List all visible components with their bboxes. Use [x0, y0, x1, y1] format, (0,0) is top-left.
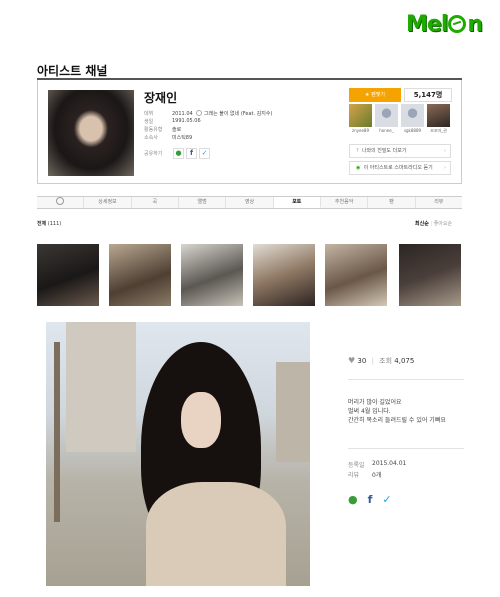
debut-song-link[interactable]: 그래는 불이 없네 (Feat. 김지수) [204, 111, 273, 117]
photo-thumbnail[interactable] [181, 244, 243, 306]
info-label: 활동유형 [144, 127, 163, 133]
smart-radio-button[interactable]: ◉ 이 아티스트로 스마트라디오 듣기 › [349, 161, 451, 175]
fan-avatar [401, 104, 424, 127]
twitter-icon[interactable]: ✓ [382, 493, 391, 506]
photo-building [276, 362, 310, 462]
tab-albums[interactable]: 앨범 [179, 197, 227, 208]
artist-name: 장재인 [144, 91, 178, 105]
description-line: 머리가 많이 길었어요 [348, 399, 402, 406]
tab-photos[interactable]: 포토 [273, 197, 321, 208]
info-row-share: 공유하기 [144, 150, 162, 157]
photo-building [66, 322, 136, 452]
photo-date: 등록일 2015.04.01 [348, 460, 406, 469]
info-row-birthday: 생일 1991.05.06 [144, 118, 201, 125]
artist-profile-photo[interactable] [48, 90, 134, 176]
page-title: 아티스트 채널 [37, 64, 108, 78]
info-row-agency: 소속사 미스틱89 [144, 134, 192, 141]
chevron-right-icon: › [444, 148, 446, 154]
description-line: 간간히 목소리 들려드릴 수 있어 기뻐요 [348, 417, 446, 424]
fan-list: znyee89 honee_ sgk8889 꼬꼬마_권 [349, 104, 450, 134]
become-fan-button[interactable]: ★ 팬맺기 [349, 88, 401, 102]
fan-avatar [375, 104, 398, 127]
photo-thumbnail[interactable] [325, 244, 387, 306]
tab-songs[interactable]: 곡 [132, 197, 179, 208]
photo-thumbnail[interactable] [253, 244, 315, 306]
views-label: 조회 [379, 357, 393, 365]
question-icon: ? [356, 148, 359, 154]
photo-share-icons: ● f ✓ [348, 493, 392, 506]
share-icons: ● f ✓ [173, 148, 210, 159]
tab-details[interactable]: 상세정보 [84, 197, 132, 208]
photo-thumbnail[interactable] [37, 244, 99, 306]
info-value: 미스틱89 [172, 135, 193, 141]
photo-thumbnail[interactable] [109, 244, 171, 306]
tab-reviews[interactable]: 리뷰 [416, 197, 462, 208]
view-count: 4,075 [394, 357, 415, 365]
divider [348, 379, 464, 380]
melon-logo[interactable]: Mel n [406, 12, 490, 42]
review-value[interactable]: 0개 [372, 470, 381, 479]
facebook-icon[interactable]: f [368, 493, 373, 506]
review-label: 리뷰 [348, 472, 360, 479]
chevron-right-icon: › [444, 165, 446, 171]
intimacy-more-button[interactable]: ? 나와의 친밀도 더보기 › [349, 144, 451, 158]
clock-icon [56, 197, 65, 205]
photo-review: 리뷰 0개 [348, 470, 381, 479]
fan-item[interactable]: znyee89 [349, 104, 372, 134]
artist-tabs: 상세정보 곡 앨범 영상 포토 추천음악 팬 리뷰 [37, 196, 462, 209]
fan-name: znyee89 [351, 128, 369, 133]
fan-item[interactable]: honee_ [375, 104, 398, 134]
artist-info-panel: 장재인 데뷔 2011.04 그래는 불이 없네 (Feat. 김지수) 생일 … [37, 80, 462, 184]
fan-avatar [427, 104, 450, 127]
info-label: 데뷔 [144, 111, 154, 117]
tab-fans[interactable]: 팬 [368, 197, 416, 208]
divider [348, 448, 464, 449]
info-value: 솔로 [172, 127, 182, 133]
photo-tree [54, 342, 60, 522]
selected-photo[interactable] [46, 322, 310, 586]
radio-icon: ◉ [356, 165, 361, 171]
facebook-icon[interactable]: f [186, 148, 197, 159]
tab-recommended[interactable]: 추천음악 [321, 197, 369, 208]
date-label: 등록일 [348, 462, 365, 469]
photo-description: 머리가 많이 길었어요 벌써 4월 입니다. 간간히 목소리 들려드릴 수 있어… [348, 398, 446, 425]
photo-stats: ♥ 30 | 조회 4,075 [348, 356, 415, 365]
debut-date: 2011.04 [172, 111, 193, 117]
date-value: 2015.04.01 [372, 460, 407, 467]
info-label: 소속사 [144, 135, 158, 141]
heart-icon[interactable]: ♥ [348, 356, 355, 365]
melon-share-icon[interactable]: ● [173, 148, 184, 159]
fan-avatar [349, 104, 372, 127]
sort-options: 최신순 | 좋아요순 [415, 221, 453, 227]
fan-name: sgk8889 [403, 128, 422, 133]
info-value: 1991.05.06 [172, 118, 201, 124]
info-label: 생일 [144, 119, 154, 125]
like-count: 30 [357, 357, 367, 365]
fan-count: 5,147명 [404, 88, 452, 102]
info-row-debut: 데뷔 2011.04 그래는 불이 없네 (Feat. 김지수) [144, 110, 272, 117]
fan-name: honee_ [379, 128, 394, 133]
fan-item[interactable]: 꼬꼬마_권 [427, 104, 450, 134]
sort-latest[interactable]: 최신순 [415, 221, 429, 227]
photo-sweater [146, 482, 286, 586]
photo-thumbnail[interactable] [399, 244, 461, 306]
info-label: 공유하기 [144, 151, 163, 157]
twitter-icon[interactable]: ✓ [199, 148, 210, 159]
photo-thumbnails [37, 244, 462, 306]
fan-name: 꼬꼬마_권 [430, 128, 447, 133]
info-row-type: 활동유형 솔로 [144, 126, 181, 133]
description-line: 벌써 4월 입니다. [348, 408, 391, 415]
fan-item[interactable]: sgk8889 [401, 104, 424, 134]
photo-face [181, 392, 221, 448]
sort-likes[interactable]: 좋아요순 [434, 221, 452, 227]
tab-history[interactable] [37, 197, 85, 208]
play-icon[interactable] [195, 110, 202, 116]
photo-total: 전체 (111) [37, 221, 62, 227]
tab-videos[interactable]: 영상 [226, 197, 274, 208]
melon-share-icon[interactable]: ● [348, 493, 358, 506]
